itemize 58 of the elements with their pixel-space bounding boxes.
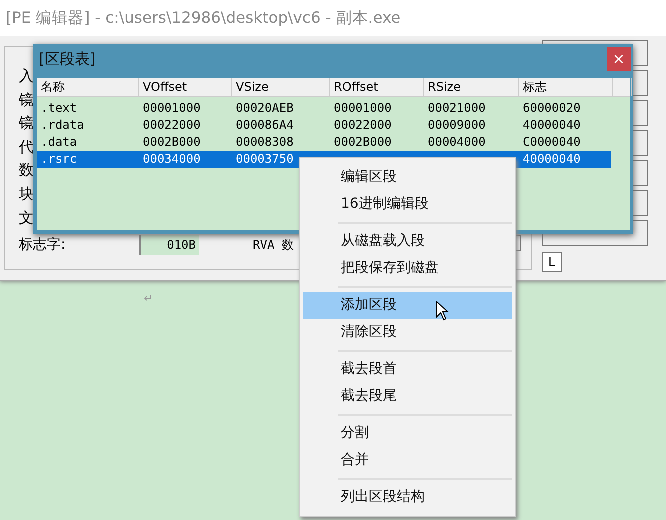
column-header[interactable]: RSize — [424, 78, 519, 96]
menu-item[interactable]: 从磁盘载入段 — [303, 228, 512, 255]
table-cell-text: 00034000 — [142, 151, 202, 168]
table-cell-text: 00021000 — [427, 100, 487, 117]
menu-item[interactable]: 合并 — [303, 447, 512, 474]
table-cell-text: 00008308 — [235, 134, 295, 151]
field-label: 文 — [19, 208, 34, 228]
table-cell-text: 00022000 — [333, 117, 393, 134]
field-label: RVA 数 — [253, 236, 294, 254]
column-header[interactable]: VOffset — [139, 78, 232, 96]
table-cell-text: 00020AEB — [235, 100, 295, 117]
table-cell-text: 40000040 — [522, 151, 582, 168]
field-label: 镜 — [19, 90, 34, 110]
table-cell-text: 0002B000 — [142, 134, 202, 151]
field-label: 标志字: — [19, 236, 67, 254]
table-cell-text: 40000040 — [522, 117, 582, 134]
table-cell-text: C0000040 — [522, 134, 582, 151]
table-cell-text: 0002B000 — [333, 134, 393, 151]
table-cell-text: .data — [40, 134, 78, 151]
menu-item[interactable]: 截去段尾 — [303, 383, 512, 410]
table-cell-text: 00004000 — [427, 134, 487, 151]
table-cell-text: .text — [40, 100, 78, 117]
close-button[interactable]: × — [607, 47, 631, 71]
return-mark: ↵ — [144, 292, 154, 305]
table-row[interactable]: .rdata 00022000 000086A4 00022000 00009000 40000040 — [37, 117, 630, 134]
menu-item[interactable]: 16进制编辑段 — [303, 191, 512, 218]
l-button[interactable]: L — [542, 252, 562, 272]
menu-item[interactable]: 分割 — [303, 420, 512, 447]
column-header[interactable]: 标志 — [519, 78, 613, 96]
menu-item[interactable]: 编辑区段 — [303, 164, 512, 191]
field-label: 块 — [19, 184, 34, 204]
table-cell-text: 00022000 — [142, 117, 202, 134]
dialog-title: [区段表] — [39, 50, 96, 68]
field-label: 数 — [19, 161, 34, 180]
table-row[interactable]: .data 0002B000 00008308 0002B000 00004000 C0000040 — [37, 134, 630, 151]
field-label: 入 — [19, 67, 34, 86]
table-cell-text: 00003750 — [235, 151, 295, 168]
menu-item[interactable]: 清除区段 — [303, 319, 512, 346]
column-header[interactable]: ROffset — [330, 78, 424, 96]
table-cell-text: 000086A4 — [235, 117, 295, 134]
menu-item[interactable]: 把段保存到磁盘 — [303, 255, 512, 282]
table-row[interactable]: .text 00001000 00020AEB 00001000 00021000 60000020 — [37, 100, 630, 117]
table-cell-text: .rdata — [40, 117, 86, 134]
field-label: 代 — [19, 138, 34, 156]
menu-item[interactable]: 列出区段结构 — [303, 484, 512, 511]
column-header[interactable]: VSize — [232, 78, 330, 96]
table-cell-text: 00001000 — [333, 100, 393, 117]
table-cell-text: 00001000 — [142, 100, 202, 117]
window-title: [PE 编辑器] - c:\users\12986\desktop\vc6 - 副本.exe — [0, 0, 666, 36]
column-header[interactable]: 名称 — [37, 78, 139, 96]
menu-item[interactable]: 截去段首 — [303, 356, 512, 383]
cursor-icon — [436, 301, 450, 321]
table-cell-text: 00009000 — [427, 117, 487, 134]
menu-item[interactable]: 添加区段 — [303, 292, 512, 319]
input-field[interactable]: 010B — [139, 235, 199, 255]
field-label: 镜 — [19, 114, 34, 133]
table-cell-text: .rsrc — [40, 151, 78, 168]
table-cell-text: 60000020 — [522, 100, 582, 117]
